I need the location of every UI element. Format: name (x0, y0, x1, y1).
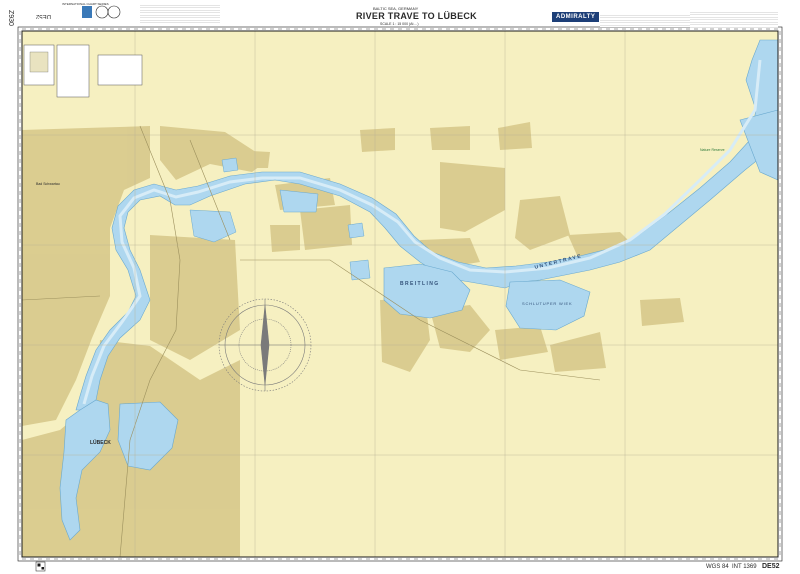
chart-number-vertical: Z930 (7, 10, 14, 26)
chart-code-top-left: DE52 (36, 13, 52, 19)
qr-code-icon (35, 561, 46, 572)
label-breitling: BREITLING (400, 281, 440, 287)
footer-int-number: INT 1369 (732, 564, 757, 570)
footer-datum: WGS 84 (706, 564, 729, 570)
chart-map (17, 5, 783, 572)
label-nature-reserve: Nature Reserve (700, 148, 725, 152)
publisher-line: INTERNATIONAL CHART SERIES (62, 2, 109, 6)
publisher-info-lines (140, 3, 220, 23)
label-schlutuper-wiek: SCHLUTUPER WIEK (522, 301, 573, 306)
margin-notes-right (690, 10, 778, 28)
footer-chart-number: DE52 (762, 563, 780, 570)
margin-notes (600, 13, 690, 27)
label-lubeck: LÜBECK (90, 440, 111, 446)
chart-scale: SCALE 1 : 15 000 (At ...) (380, 22, 419, 26)
nautical-chart-sheet: INTERNATIONAL CHART SERIES BALTIC SEA, G… (0, 0, 800, 574)
iho-seal-icon (82, 5, 121, 19)
admiralty-logo-icon: ADMIRALTY (552, 12, 600, 22)
label-bad-schwartau: Bad Schwartau (36, 182, 60, 186)
chart-title: RIVER TRAVE TO LÜBECK (356, 11, 477, 21)
